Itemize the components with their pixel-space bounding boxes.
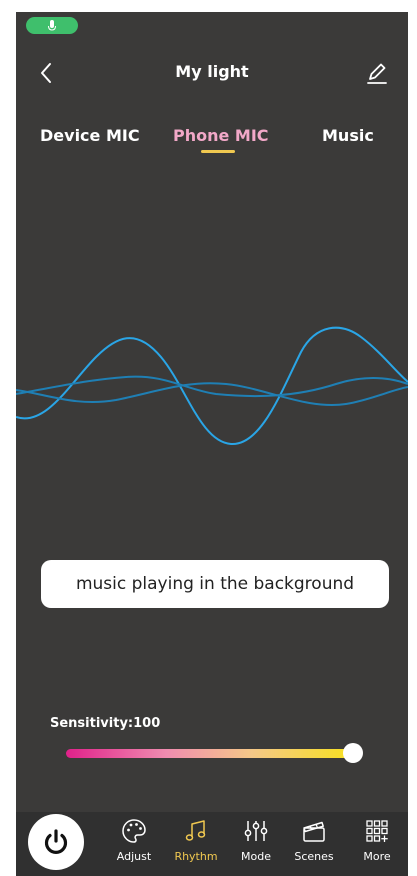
palette-icon — [122, 819, 146, 843]
page-title: My light — [175, 62, 249, 81]
nav-label-mode: Mode — [241, 850, 271, 863]
nav-label-adjust: Adjust — [116, 850, 152, 863]
sliders-icon — [244, 821, 268, 841]
clapperboard-icon — [303, 821, 325, 842]
nav-label-rhythm: Rhythm — [174, 850, 218, 863]
sensitivity-label: Sensitivity:100 — [50, 716, 161, 731]
active-tab-indicator — [201, 150, 235, 153]
sensitivity-slider-track[interactable] — [66, 749, 352, 758]
tab-phone-mic[interactable]: Phone MIC — [173, 126, 269, 145]
grid-plus-icon — [366, 820, 388, 842]
nav-mode[interactable]: Mode — [230, 818, 282, 872]
power-button[interactable] — [28, 814, 84, 870]
waveform-main-line — [16, 326, 408, 446]
nav-adjust[interactable]: Adjust — [108, 818, 160, 872]
tab-music[interactable]: Music — [322, 126, 374, 145]
nav-more[interactable]: More — [351, 818, 403, 872]
mic-active-indicator — [26, 17, 78, 34]
tab-device-mic[interactable]: Device MIC — [40, 126, 140, 145]
edit-name-button[interactable] — [364, 58, 390, 88]
nav-label-scenes: Scenes — [294, 850, 334, 863]
nav-scenes[interactable]: Scenes — [288, 818, 340, 872]
nav-rhythm[interactable]: Rhythm — [170, 818, 222, 872]
pencil-icon — [367, 63, 387, 84]
rhythm-screen: My light Device MIC Phone MIC Music musi… — [16, 12, 408, 876]
caption-box: music playing in the background — [41, 560, 389, 608]
music-note-icon — [185, 820, 206, 841]
sound-waveform — [16, 326, 408, 446]
mic-icon — [48, 19, 56, 31]
waveform-secondary-line — [16, 375, 408, 398]
source-tabs: Device MIC Phone MIC Music — [16, 126, 408, 166]
power-icon — [44, 829, 68, 854]
sensitivity-slider-thumb[interactable] — [343, 743, 363, 763]
nav-label-more: More — [363, 850, 391, 863]
